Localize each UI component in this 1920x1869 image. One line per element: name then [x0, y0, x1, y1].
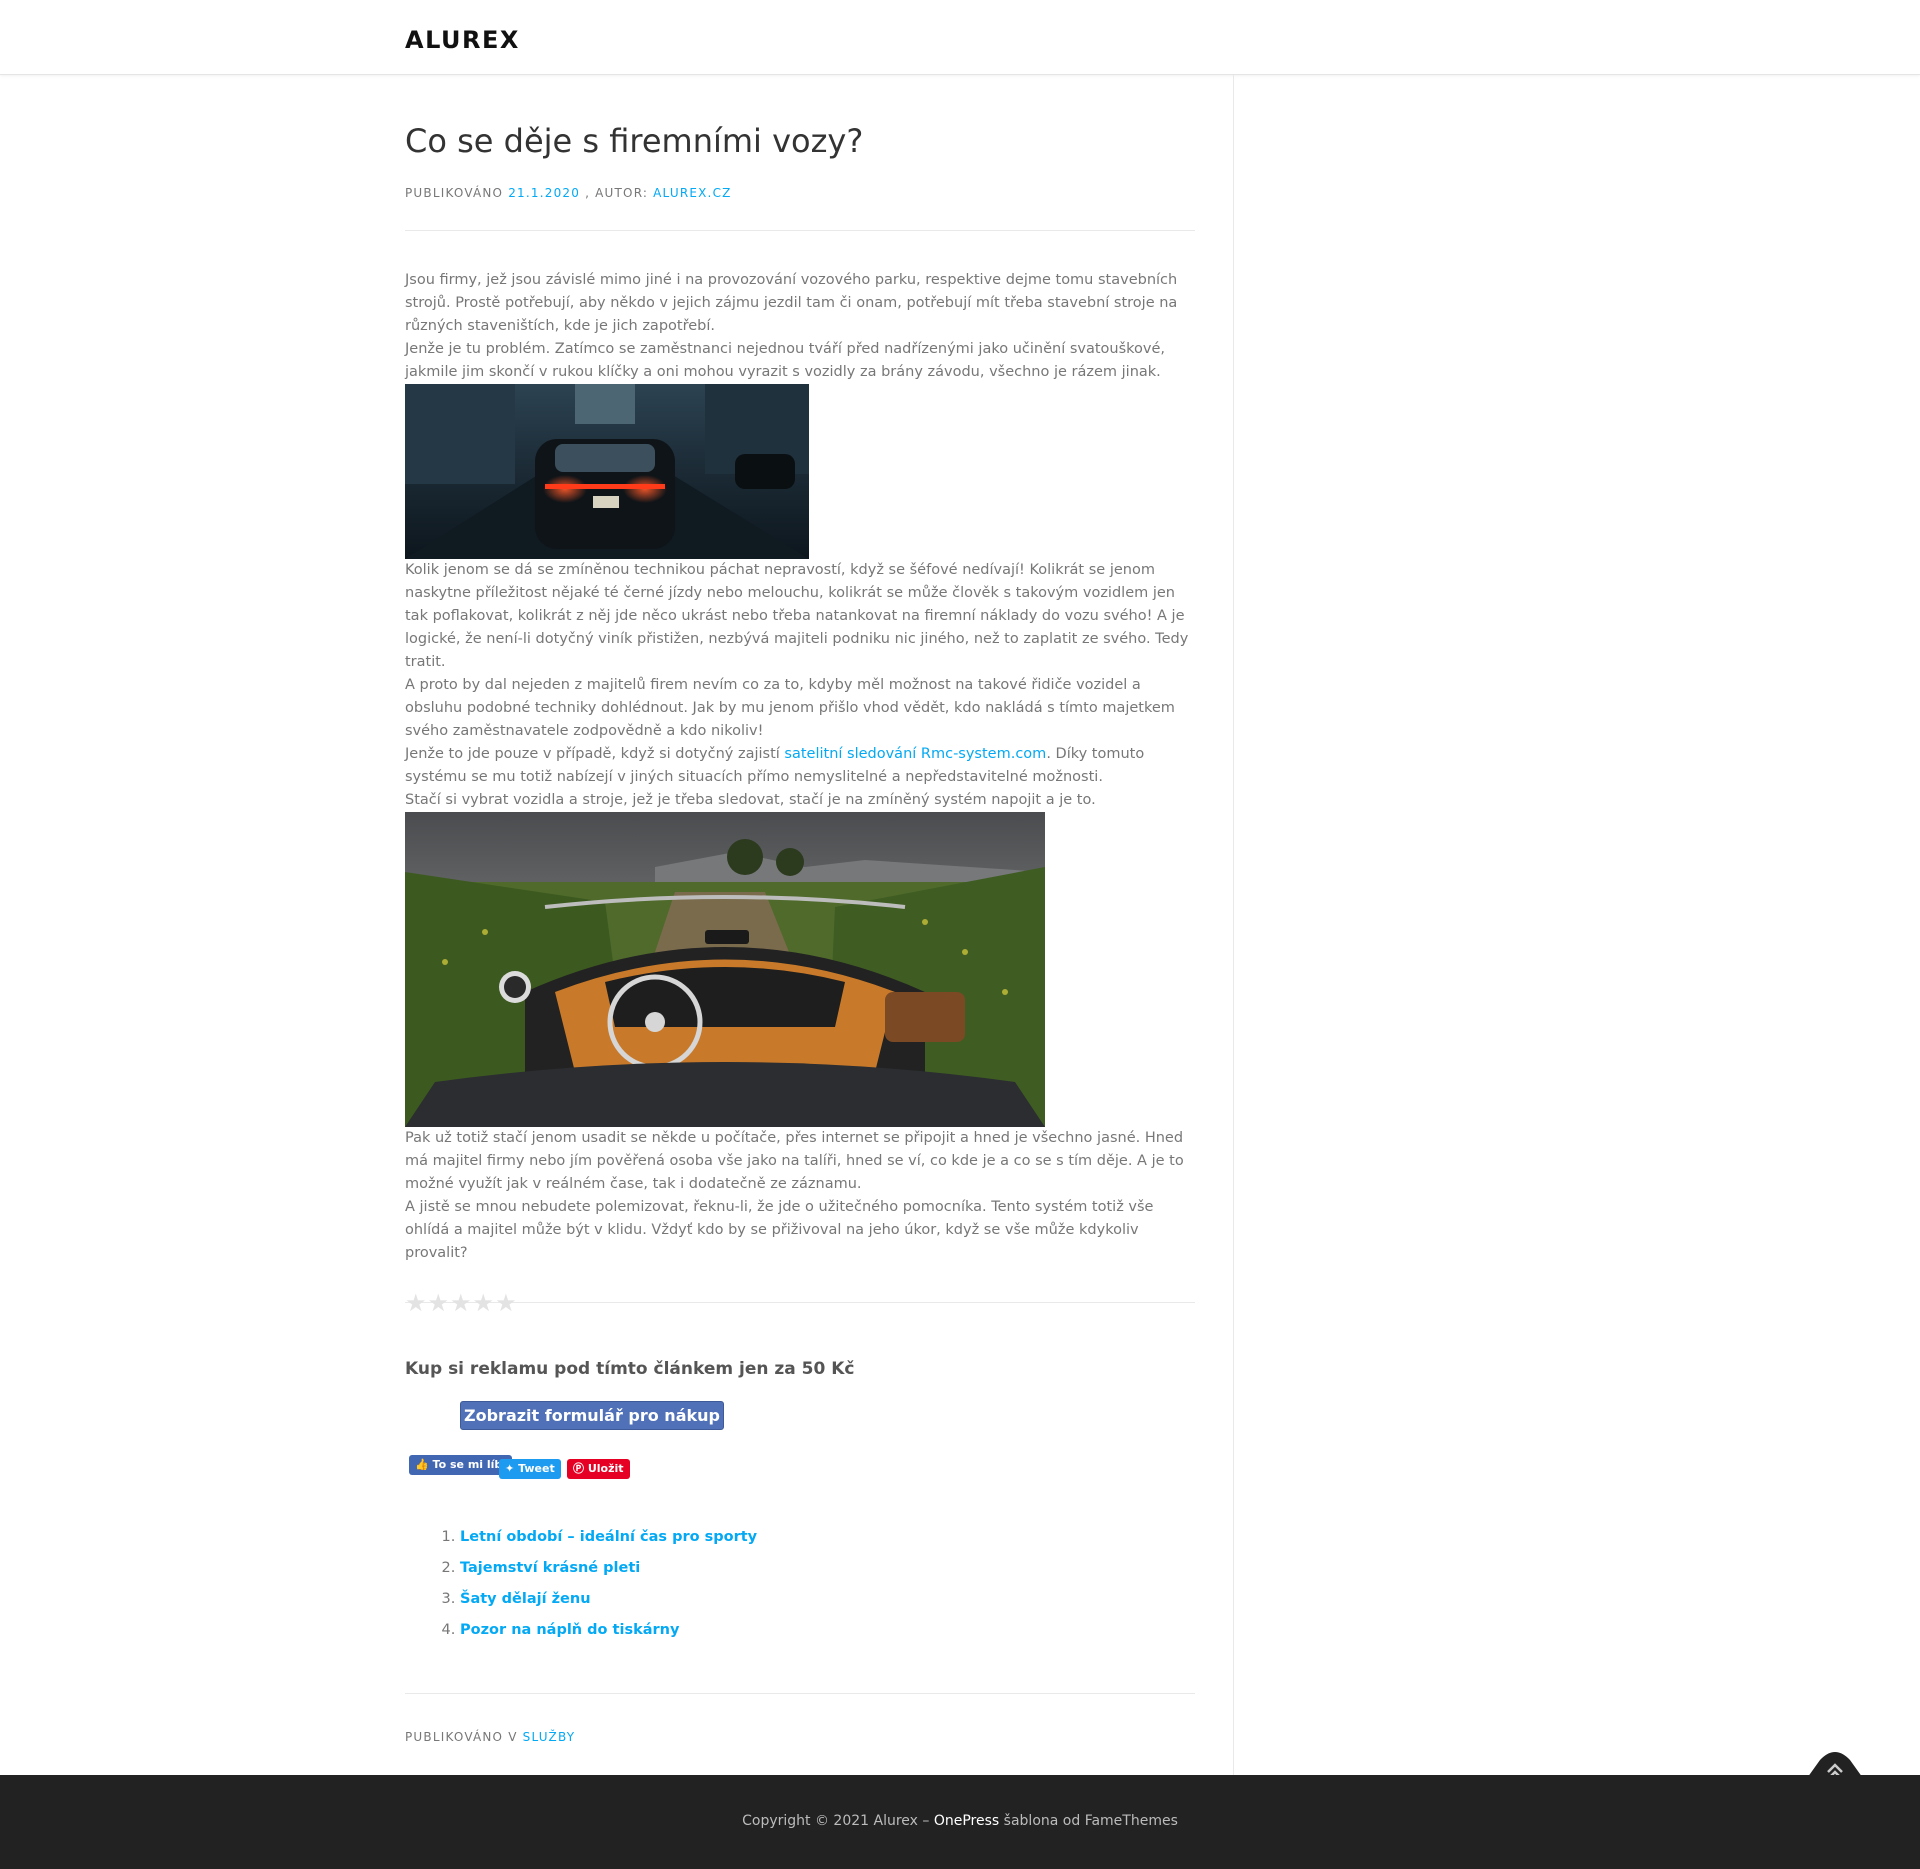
related-post-link[interactable]: Šaty dělají ženu — [460, 1591, 591, 1607]
ad-title: Kup si reklamu pod tímto článkem jen za … — [405, 1359, 855, 1379]
pinterest-label: Uložit — [587, 1462, 624, 1475]
post-meta: Publikováno 21.1.2020 , Autor: alurex.cz — [405, 186, 1195, 200]
site-header: ALUREX — [0, 0, 1920, 75]
related-post-link[interactable]: Tajemství krásné pleti — [460, 1560, 640, 1576]
paragraph: Jenže je tu problém. Zatímco se zaměstna… — [405, 341, 1166, 380]
list-item: Šaty dělají ženu — [460, 1584, 1195, 1615]
paragraph: Jenže to jde pouze v případě, když si do… — [405, 743, 1195, 789]
star-icon[interactable]: ★ — [405, 1289, 427, 1317]
list-item: Tajemství krásné pleti — [460, 1553, 1195, 1584]
copyright-text: Copyright © 2021 Alurex – OnePress šablo… — [0, 1813, 1920, 1829]
post-body: Jsou firmy, jež jsou závislé mimo jiné i… — [405, 269, 1195, 1265]
paragraph: Pak už totiž stačí jenom usadit se někde… — [405, 1130, 1184, 1192]
copyright-label: Copyright © 2021 Alurex – — [742, 1813, 934, 1829]
site-footer: Copyright © 2021 Alurex – OnePress šablo… — [0, 1775, 1920, 1869]
car-night-photo — [405, 384, 809, 559]
published-label: Publikováno — [405, 186, 504, 200]
convertible-car-photo — [405, 812, 1045, 1127]
category-link[interactable]: Služby — [523, 1730, 576, 1744]
twitter-bird-icon: ✦ — [505, 1462, 515, 1475]
related-post-link[interactable]: Pozor na náplň do tiskárny — [460, 1622, 679, 1638]
show-purchase-form-button[interactable]: Zobrazit formulář pro nákup — [460, 1401, 724, 1430]
post-category: Publikováno v Služby — [405, 1730, 1195, 1744]
star-icon[interactable]: ★ — [450, 1289, 472, 1317]
satellite-tracking-link[interactable]: satelitní sledování Rmc-system.com — [784, 746, 1046, 762]
pinterest-icon: Ⓟ — [573, 1462, 584, 1475]
list-item: Letní období – ideální čas pro sporty — [460, 1522, 1195, 1553]
related-post-link[interactable]: Letní období – ideální čas pro sporty — [460, 1529, 757, 1545]
theme-credit: šablona od FameThemes — [999, 1813, 1178, 1829]
tweet-label: Tweet — [518, 1462, 555, 1475]
paragraph: Stačí si vybrat vozidla a stroje, jež je… — [405, 792, 1096, 808]
list-item: Pozor na náplň do tiskárny — [460, 1615, 1195, 1646]
facebook-like-label: To se mi líbí — [432, 1458, 507, 1471]
paragraph: Kolik jenom se dá se zmíněnou technikou … — [405, 562, 1189, 670]
category-label: Publikováno v — [405, 1730, 518, 1744]
star-icon[interactable]: ★ — [428, 1289, 450, 1317]
facebook-like-button[interactable]: 👍 To se mi líbí — [409, 1455, 513, 1475]
tweet-button[interactable]: ✦ Tweet — [499, 1459, 561, 1479]
divider — [405, 1693, 1195, 1694]
post-author-link[interactable]: alurex.cz — [653, 186, 731, 200]
related-posts-list: Letní období – ideální čas pro sporty Ta… — [405, 1522, 1195, 1646]
paragraph: A jistě se mnou nebudete polemizovat, ře… — [405, 1199, 1154, 1261]
site-title[interactable]: ALUREX — [405, 26, 520, 54]
post-title: Co se děje s firemními vozy? — [405, 122, 864, 160]
paragraph-text: Jenže to jde pouze v případě, když si do… — [405, 746, 785, 762]
social-buttons: 👍 To se mi líbí ✦ Tweet Ⓟ Uložit — [405, 1455, 1195, 1479]
pinterest-save-button[interactable]: Ⓟ Uložit — [567, 1459, 630, 1479]
post-date-link[interactable]: 21.1.2020 — [508, 186, 580, 200]
theme-link[interactable]: OnePress — [934, 1813, 999, 1829]
paragraph: A proto by dal nejeden z majitelů firem … — [405, 677, 1175, 739]
paragraph: Jsou firmy, jež jsou závislé mimo jiné i… — [405, 272, 1178, 334]
post-content: Co se děje s firemními vozy? Publikováno… — [405, 118, 1195, 1744]
star-rating[interactable]: ★★★★★ — [405, 1291, 1195, 1315]
star-icon[interactable]: ★ — [473, 1289, 495, 1317]
star-icon[interactable]: ★ — [495, 1289, 517, 1317]
sidebar-divider — [1233, 75, 1234, 1775]
divider — [405, 230, 1195, 231]
author-label: , Autor: — [585, 186, 649, 200]
thumbs-up-icon: 👍 — [415, 1458, 429, 1471]
